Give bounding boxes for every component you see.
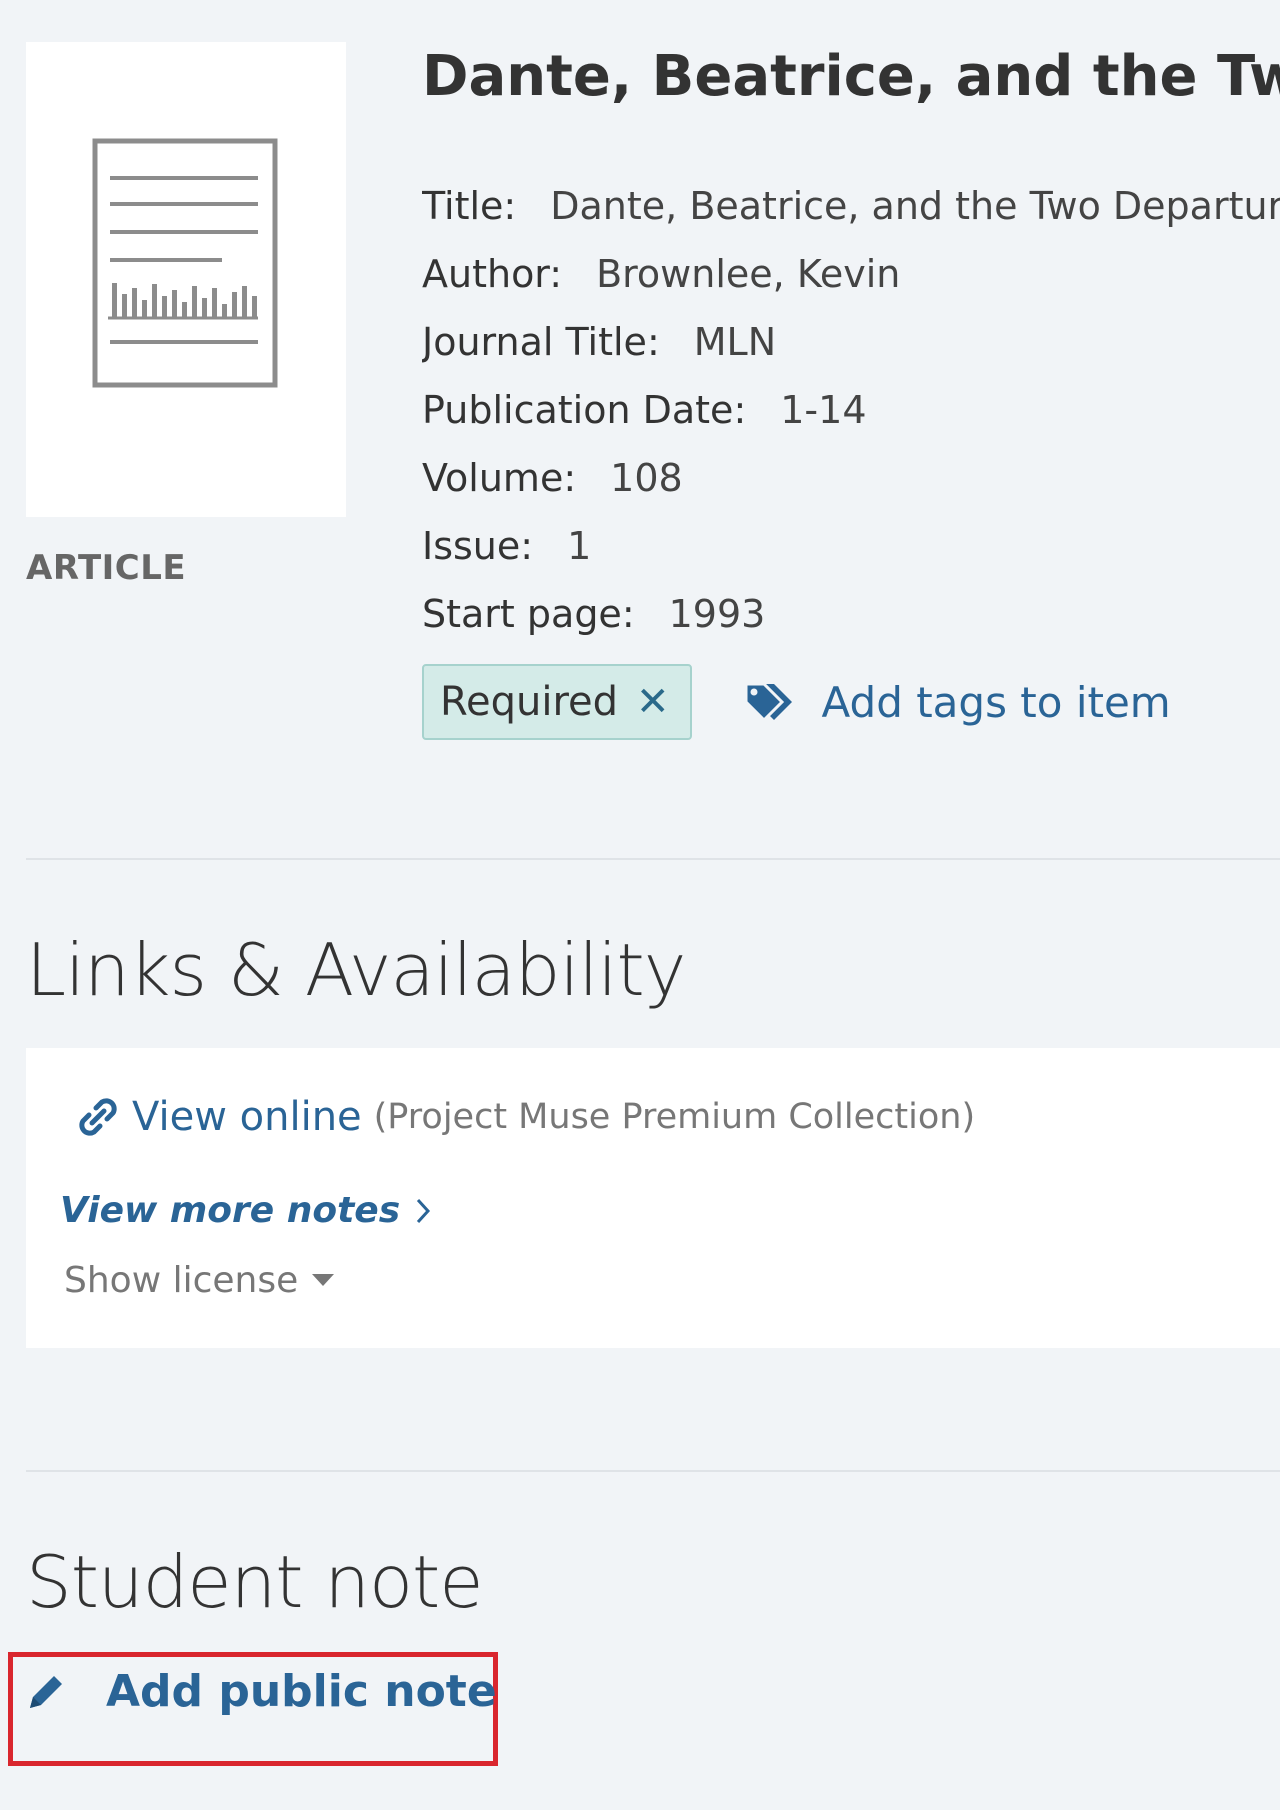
detail-value: 1-14: [780, 388, 867, 432]
detail-label: Journal Title:: [422, 320, 660, 364]
tag-remove-icon[interactable]: ✕: [636, 679, 670, 725]
view-online-link[interactable]: View online: [132, 1094, 362, 1140]
view-more-notes-link[interactable]: View more notes: [60, 1190, 433, 1231]
detail-label: Publication Date:: [422, 388, 747, 432]
detail-value: 1: [567, 524, 592, 568]
detail-row-journal-title: Journal Title: MLN: [422, 312, 1280, 380]
detail-value: 108: [610, 456, 683, 500]
link-icon: [79, 1098, 117, 1136]
detail-label: Issue:: [422, 524, 534, 568]
tag-label: Required: [440, 679, 619, 725]
tag-chip-required: Required ✕: [422, 664, 692, 740]
add-tags-button[interactable]: Add tags to item: [742, 678, 1171, 727]
detail-row-issue: Issue: 1: [422, 516, 1280, 584]
resource-type-label: ARTICLE: [26, 548, 187, 588]
collection-name: (Project Muse Premium Collection): [373, 1097, 976, 1137]
detail-row-publication-date: Publication Date: 1-14: [422, 380, 1280, 448]
section-divider: [26, 858, 1280, 860]
detail-row-volume: Volume: 108: [422, 448, 1280, 516]
detail-label: Start page:: [422, 592, 635, 636]
record-title[interactable]: Dante, Beatrice, and the Two Departures: [422, 44, 1280, 109]
section-divider: [26, 1470, 1280, 1472]
show-license-toggle[interactable]: Show license: [64, 1260, 336, 1301]
detail-value: Brownlee, Kevin: [596, 252, 901, 296]
add-public-note-label: Add public note: [106, 1666, 497, 1717]
tags-row: Required ✕ Add tags to item: [422, 662, 1280, 742]
detail-label: Title:: [422, 184, 517, 228]
add-public-note-button[interactable]: Add public note: [24, 1666, 497, 1717]
pencil-icon: [30, 1675, 62, 1708]
detail-row-title: Title: Dante, Beatrice, and the Two Depar…: [422, 176, 1280, 244]
document-icon: [92, 138, 278, 388]
caret-down-icon: [311, 1274, 334, 1286]
add-tags-label: Add tags to item: [821, 677, 1171, 727]
detail-value: MLN: [693, 320, 777, 364]
resource-thumbnail: [26, 42, 346, 517]
show-license-label: Show license: [64, 1260, 299, 1301]
detail-row-start-page: Start page: 1993: [422, 584, 1280, 652]
tag-icon: [744, 682, 792, 723]
detail-label: Volume:: [422, 456, 577, 500]
chevron-right-icon: [416, 1198, 430, 1224]
detail-row-author: Author: Brownlee, Kevin: [422, 244, 1280, 312]
detail-value: 1993: [668, 592, 766, 636]
detail-label: Author:: [422, 252, 563, 296]
links-availability-heading: Links & Availability: [26, 928, 686, 1012]
links-card: View online (Project Muse Premium Collec…: [26, 1048, 1280, 1348]
view-online-row: View online (Project Muse Premium Collec…: [76, 1094, 975, 1140]
view-more-notes-label: View more notes: [60, 1190, 401, 1231]
student-note-heading: Student note: [26, 1540, 484, 1624]
detail-value: Dante, Beatrice, and the Two Departures: [550, 184, 1280, 228]
record-details: Title: Dante, Beatrice, and the Two Depar…: [422, 176, 1280, 652]
